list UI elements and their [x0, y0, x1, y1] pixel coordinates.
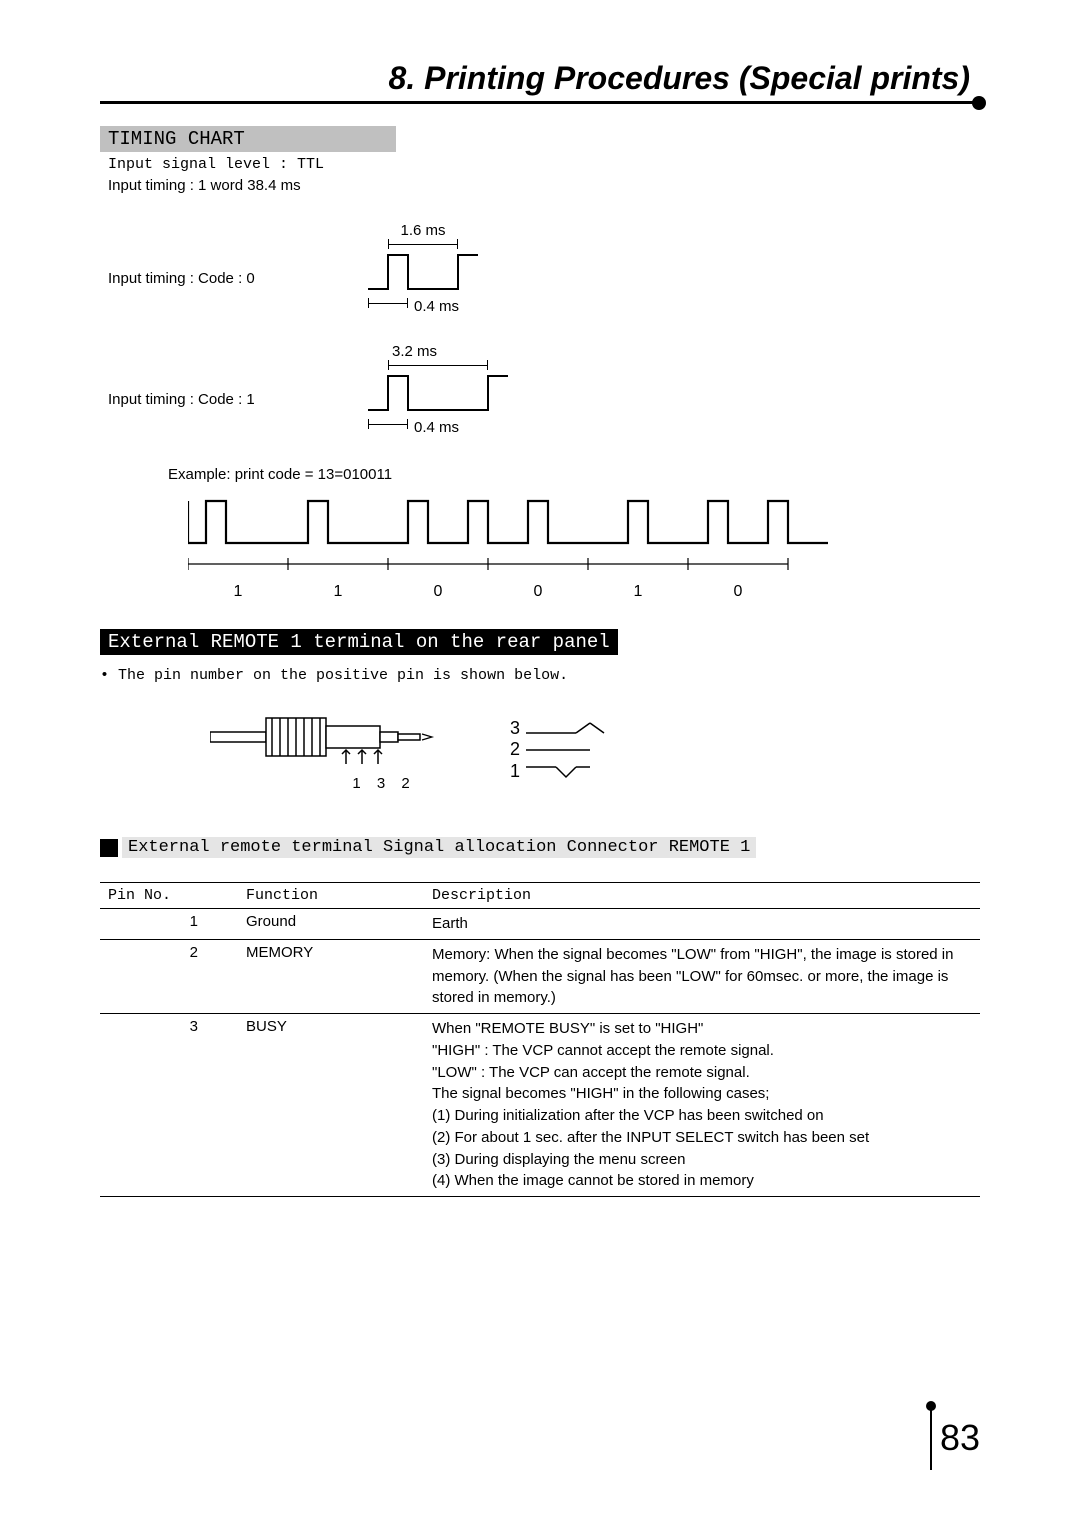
- example-bit: 1: [188, 583, 288, 601]
- code0-high-width: 1.6 ms: [388, 222, 458, 239]
- plug-diagram: 1 3 2: [210, 708, 440, 792]
- example-bit: 0: [688, 583, 788, 601]
- code1-wave-icon: [368, 370, 508, 414]
- page-number-ornament: 83: [930, 1406, 980, 1470]
- signal-alloc-heading: External remote terminal Signal allocati…: [122, 837, 756, 858]
- example-bit: 0: [388, 583, 488, 601]
- cell-func: BUSY: [238, 1014, 424, 1197]
- cell-desc: When "REMOTE BUSY" is set to "HIGH" "HIG…: [424, 1014, 980, 1197]
- socket-pin-1: 1: [510, 761, 520, 783]
- cell-desc: Earth: [424, 909, 980, 940]
- example-wave-icon: [188, 495, 828, 551]
- code1-pulse-width: 0.4 ms: [414, 419, 459, 436]
- input-timing-word: Input timing : 1 word 38.4 ms: [108, 177, 980, 194]
- col-description: Description: [424, 883, 980, 909]
- cell-desc: Memory: When the signal becomes "LOW" fr…: [424, 939, 980, 1013]
- table-row: 1 Ground Earth: [100, 909, 980, 940]
- pin-table: Pin No. Function Description 1 Ground Ea…: [100, 882, 980, 1197]
- cell-func: Ground: [238, 909, 424, 940]
- socket-pin-3: 3: [510, 718, 520, 740]
- col-pin: Pin No.: [100, 883, 238, 909]
- page-number: 83: [940, 1417, 980, 1459]
- example-scale-icon: [188, 556, 828, 572]
- timing-chart-heading: TIMING CHART: [100, 126, 396, 152]
- code1-label: Input timing : Code : 1: [108, 391, 368, 436]
- code1-high-width: 3.2 ms: [388, 343, 492, 360]
- example-bit: 1: [288, 583, 388, 601]
- rule-dot-icon: [972, 96, 986, 110]
- chapter-title: 8. Printing Procedures (Special prints): [100, 60, 980, 97]
- table-row: 2 MEMORY Memory: When the signal becomes…: [100, 939, 980, 1013]
- plug-pin-labels: 1 3 2: [328, 775, 440, 792]
- remote-terminal-heading: External REMOTE 1 terminal on the rear p…: [100, 629, 618, 655]
- plug-icon: [210, 708, 440, 768]
- example-bit: 0: [488, 583, 588, 601]
- bullet-square-icon: [100, 839, 118, 857]
- code0-pulse-width: 0.4 ms: [414, 298, 459, 315]
- page-number-rule-icon: [930, 1406, 932, 1470]
- input-signal-level: Input signal level : TTL: [108, 156, 980, 173]
- code0-wave-icon: [368, 249, 478, 293]
- cell-pin: 3: [100, 1014, 238, 1197]
- cell-func: MEMORY: [238, 939, 424, 1013]
- table-row: 3 BUSY When "REMOTE BUSY" is set to "HIG…: [100, 1014, 980, 1197]
- socket-pin-2: 2: [510, 739, 520, 761]
- example-bit: 1: [588, 583, 688, 601]
- code0-label: Input timing : Code : 0: [108, 270, 368, 315]
- remote-terminal-note: • The pin number on the positive pin is …: [100, 667, 980, 684]
- example-label: Example: print code = 13=010011: [168, 466, 980, 483]
- title-rule: [100, 101, 980, 104]
- example-bits-row: 1 1 0 0 1 0: [188, 583, 980, 601]
- cell-pin: 1: [100, 909, 238, 940]
- socket-diagram: 3 2 1: [510, 718, 610, 783]
- cell-pin: 2: [100, 939, 238, 1013]
- col-function: Function: [238, 883, 424, 909]
